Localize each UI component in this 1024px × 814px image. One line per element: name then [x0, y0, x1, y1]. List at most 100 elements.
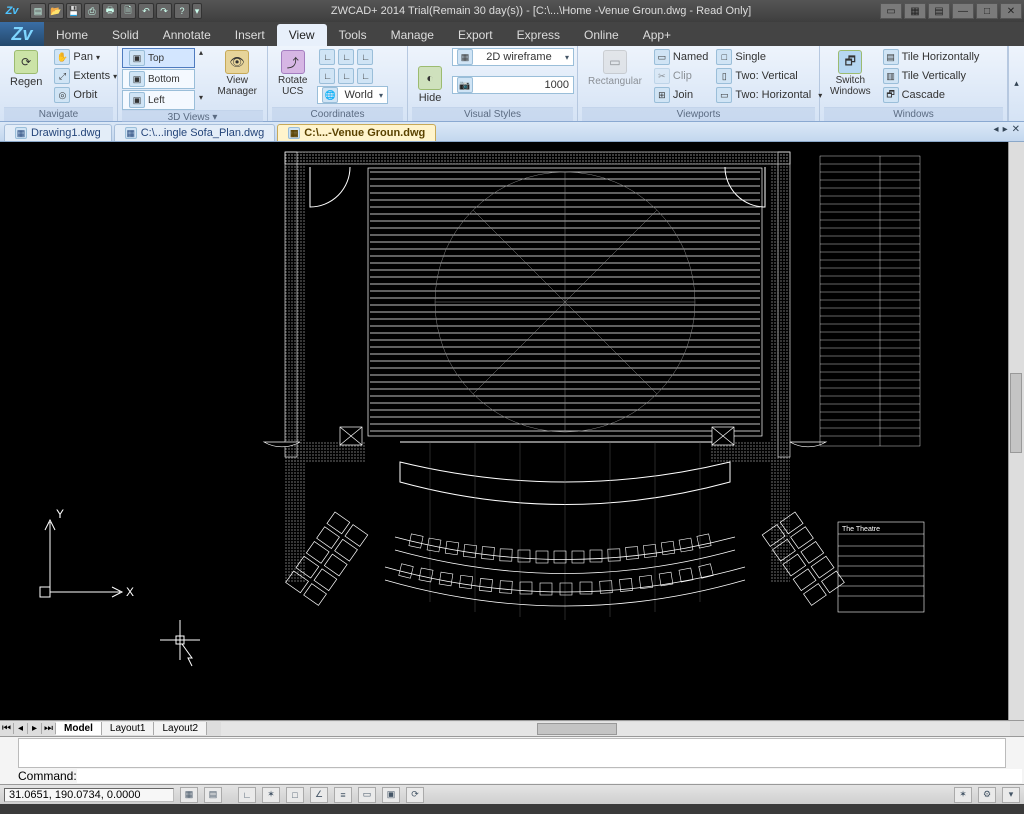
- minimize-button[interactable]: —: [952, 3, 974, 19]
- tile-horizontal-button[interactable]: ▤Tile Horizontally: [881, 48, 982, 66]
- doc-tab-0[interactable]: ▦Drawing1.dwg: [4, 124, 112, 141]
- doc-tab-2[interactable]: ▦C:\...-Venue Groun.dwg: [277, 124, 436, 141]
- sheet-model[interactable]: Model: [56, 722, 102, 735]
- ribbon-minimize-button[interactable]: ▴: [1008, 46, 1024, 121]
- two-vertical-button[interactable]: ▯Two: Vertical: [714, 67, 824, 85]
- coordinate-readout[interactable]: 31.0651, 190.0734, 0.0000: [4, 788, 174, 802]
- sheet-last-icon[interactable]: ⏭: [42, 723, 56, 734]
- view-down-icon[interactable]: ▾: [199, 93, 208, 102]
- sheet-prev-icon[interactable]: ◂: [14, 723, 28, 734]
- drawing-canvas[interactable]: The Theatre Y X ⏮ ◂ ▸ ⏭ Model Layout1 La…: [0, 142, 1024, 736]
- two-v-icon: ▯: [716, 68, 732, 84]
- command-line: Command:: [0, 768, 1024, 784]
- lens-input[interactable]: 📷1000: [452, 76, 574, 94]
- tab-tools[interactable]: Tools: [327, 24, 379, 46]
- command-prompt: Command:: [18, 769, 77, 783]
- hide-button[interactable]: ◐ Hide: [412, 64, 448, 106]
- tab-prev-icon[interactable]: ◂: [994, 124, 999, 135]
- sheet-next-icon[interactable]: ▸: [28, 723, 42, 734]
- settings-icon[interactable]: ⚙: [978, 787, 996, 803]
- ucs-btn-1[interactable]: ∟∟∟: [317, 48, 388, 66]
- rectangular-button[interactable]: ▭ Rectangular: [582, 48, 648, 89]
- clip-button[interactable]: ✂Clip: [652, 67, 710, 85]
- extents-button[interactable]: ⤢Extents▾: [52, 67, 119, 85]
- dwg-icon: ▦: [288, 127, 300, 139]
- tab-next-icon[interactable]: ▸: [1003, 124, 1008, 135]
- named-button[interactable]: ▭Named: [652, 48, 710, 66]
- switch-windows-button[interactable]: 🗗 SwitchWindows: [824, 48, 877, 99]
- view-bottom-button[interactable]: ▣Bottom: [122, 69, 195, 89]
- otrack-toggle[interactable]: ∠: [310, 787, 328, 803]
- model-toggle[interactable]: ▣: [382, 787, 400, 803]
- tab-appplus[interactable]: App+: [631, 24, 683, 46]
- doc-tab-1[interactable]: ▦C:\...ingle Sofa_Plan.dwg: [114, 124, 276, 141]
- tab-home[interactable]: Home: [44, 24, 100, 46]
- command-history[interactable]: [18, 738, 1006, 768]
- tab-solid[interactable]: Solid: [100, 24, 151, 46]
- tab-close-icon[interactable]: ✕: [1012, 124, 1020, 135]
- join-button[interactable]: ⊞Join: [652, 86, 710, 104]
- polar-toggle[interactable]: ✶: [262, 787, 280, 803]
- snap-toggle[interactable]: ▦: [180, 787, 198, 803]
- two-horizontal-button[interactable]: ▭Two: Horizontal▾: [714, 86, 824, 104]
- layout-switch-2[interactable]: ▦: [904, 3, 926, 19]
- status-menu-icon[interactable]: ▾: [1002, 787, 1020, 803]
- dyn-toggle[interactable]: ▭: [358, 787, 376, 803]
- ortho-toggle[interactable]: ∟: [238, 787, 256, 803]
- annoscale-button[interactable]: ✶: [954, 787, 972, 803]
- sheet-layout2[interactable]: Layout2: [154, 722, 207, 735]
- tile-vertical-button[interactable]: ▥Tile Vertically: [881, 67, 982, 85]
- qat-preview-icon[interactable]: 🗎: [120, 3, 136, 19]
- tab-annotate[interactable]: Annotate: [151, 24, 223, 46]
- visual-style-select[interactable]: ▦2D wireframe▾: [452, 48, 574, 66]
- horizontal-scrollbar[interactable]: [221, 722, 1010, 736]
- ucs-world-select[interactable]: 🌐World▾: [317, 86, 388, 104]
- qat-plot-icon[interactable]: 🖶: [102, 3, 118, 19]
- app-menu-button[interactable]: Zv: [0, 22, 44, 46]
- sheet-layout1[interactable]: Layout1: [102, 722, 155, 735]
- cascade-button[interactable]: 🗗Cascade: [881, 86, 982, 104]
- regen-button[interactable]: ⟳ Regen: [4, 48, 48, 90]
- qat-save-icon[interactable]: 💾: [66, 3, 82, 19]
- view-up-icon[interactable]: ▴: [199, 48, 208, 57]
- h-scroll-thumb[interactable]: [537, 723, 617, 735]
- app-logo[interactable]: Zv: [0, 0, 24, 22]
- tab-online[interactable]: Online: [572, 24, 631, 46]
- single-button[interactable]: □Single: [714, 48, 824, 66]
- qat-undo-icon[interactable]: ↶: [138, 3, 154, 19]
- qat-new-icon[interactable]: ▤: [30, 3, 46, 19]
- grid-toggle[interactable]: ▤: [204, 787, 222, 803]
- pan-button[interactable]: ✋Pan▾: [52, 48, 119, 66]
- tab-insert[interactable]: Insert: [223, 24, 277, 46]
- pan-icon: ✋: [54, 49, 70, 65]
- sheet-first-icon[interactable]: ⏮: [0, 723, 14, 734]
- layout-switch-1[interactable]: ▭: [880, 3, 902, 19]
- view-manager-button[interactable]: 👁 ViewManager: [212, 48, 263, 99]
- maximize-button[interactable]: □: [976, 3, 998, 19]
- panel-coordinates-label: Coordinates: [272, 107, 403, 121]
- ucs-btn-2[interactable]: ∟∟∟: [317, 67, 388, 85]
- rectangular-icon: ▭: [603, 50, 627, 74]
- v-scroll-thumb[interactable]: [1010, 373, 1022, 453]
- layout-switch-3[interactable]: ▤: [928, 3, 950, 19]
- qat-open-icon[interactable]: 📂: [48, 3, 64, 19]
- qat-redo-icon[interactable]: ↷: [156, 3, 172, 19]
- qat-saveall-icon[interactable]: ⎙: [84, 3, 100, 19]
- view-top-button[interactable]: ▣Top: [122, 48, 195, 68]
- lwt-toggle[interactable]: ≡: [334, 787, 352, 803]
- view-left-button[interactable]: ▣Left: [122, 90, 195, 110]
- tab-manage[interactable]: Manage: [379, 24, 446, 46]
- rotate-ucs-button[interactable]: ⤴ RotateUCS: [272, 48, 313, 99]
- command-input[interactable]: [77, 769, 1022, 783]
- osnap-toggle[interactable]: □: [286, 787, 304, 803]
- tab-export[interactable]: Export: [446, 24, 505, 46]
- tab-view[interactable]: View: [277, 24, 327, 46]
- orbit-button[interactable]: ◎Orbit: [52, 86, 119, 104]
- cycle-toggle[interactable]: ⟳: [406, 787, 424, 803]
- hide-icon: ◐: [418, 66, 442, 90]
- tab-express[interactable]: Express: [505, 24, 572, 46]
- qat-help-icon[interactable]: ?: [174, 3, 190, 19]
- qat-dropdown-icon[interactable]: ▾: [192, 3, 202, 19]
- vertical-scrollbar[interactable]: [1008, 142, 1024, 720]
- close-button[interactable]: ✕: [1000, 3, 1022, 19]
